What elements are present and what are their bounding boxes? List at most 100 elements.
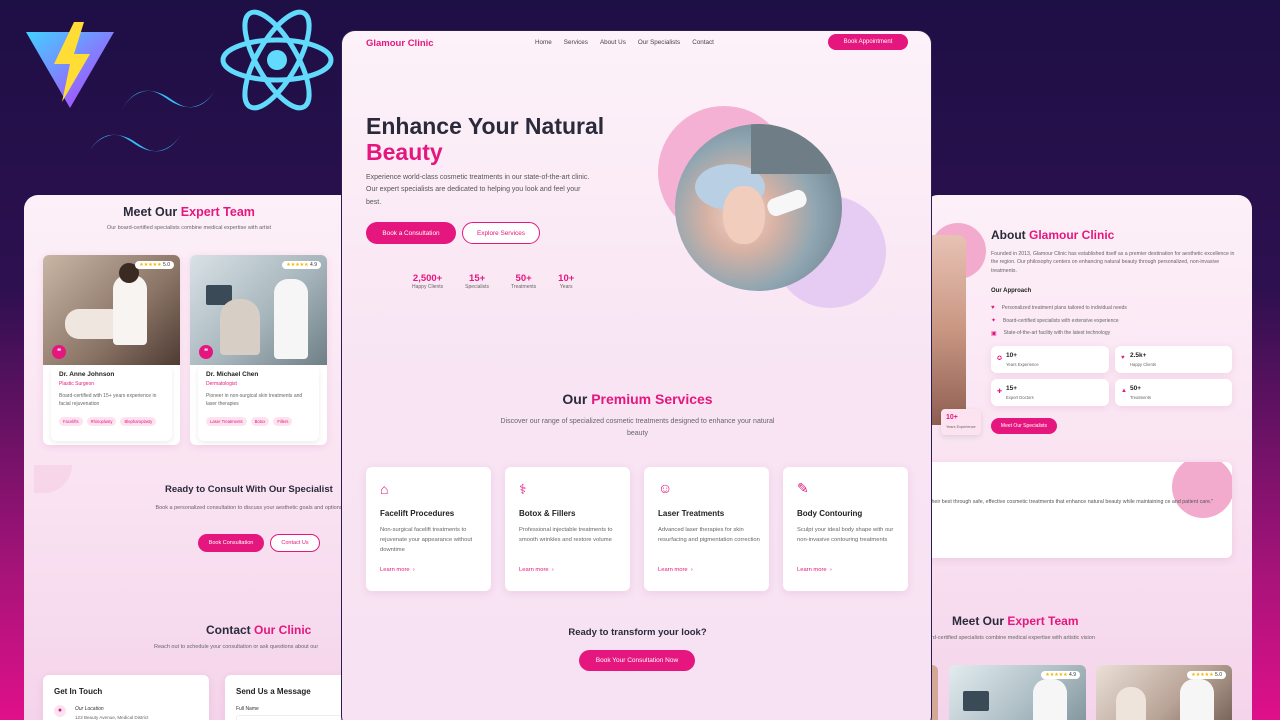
patient-shape <box>220 299 260 355</box>
service-title: Body Contouring <box>797 509 863 518</box>
rating-value: 4.9 <box>1069 672 1076 678</box>
get-in-touch-card: Get In Touch ● Our Location 123 Beauty A… <box>43 675 209 720</box>
approach-item: State-of-the-art facility with the lates… <box>1003 330 1111 337</box>
about-title-text: About <box>991 228 1026 242</box>
stat-label: Treatments <box>1130 395 1152 400</box>
book-consultation-now-button[interactable]: Book Your Consultation Now <box>579 650 695 671</box>
service-card-botox[interactable]: ⚕ Botox & Fillers Professional injectabl… <box>505 467 630 591</box>
heart-icon: ♥ <box>991 305 995 312</box>
services-title-accent: Premium Services <box>591 391 713 407</box>
face-shape <box>723 186 765 244</box>
stat-card: ✚ 15+ Expert Doctors <box>991 379 1109 406</box>
contact-title-text: Contact <box>206 623 251 637</box>
explore-services-button[interactable]: Explore Services <box>462 222 540 244</box>
message-form-card: Send Us a Message Full Name <box>225 675 354 720</box>
tag: Laser Treatments <box>206 417 247 426</box>
approach-list: ♥ Personalized treatment plans tailored t… <box>991 302 1127 340</box>
team-title: Meet Our Expert Team <box>952 614 1079 628</box>
book-consultation-button[interactable]: Book a Consultation <box>366 222 456 244</box>
badge-label: Years Experience <box>946 425 976 429</box>
service-card-body[interactable]: ✎ Body Contouring Sculpt your ideal body… <box>783 467 908 591</box>
nav-contact[interactable]: Contact <box>692 39 714 46</box>
stat-value: 10+ <box>558 273 575 284</box>
learn-more-link[interactable]: Learn more › <box>380 567 415 573</box>
doctor-tags: Laser Treatments Botox Fillers <box>206 417 293 426</box>
team-title-text: Meet Our <box>952 614 1005 628</box>
team-title-accent: Expert Team <box>1007 614 1079 628</box>
stat-value: 10+ <box>1006 352 1018 359</box>
monitor-shape <box>963 691 989 711</box>
learn-more-link[interactable]: Learn more › <box>658 567 693 573</box>
full-name-label: Full Name <box>236 706 259 712</box>
doctor-shape <box>274 279 308 359</box>
tag: Blepharoplasty <box>120 417 157 426</box>
get-in-touch-title: Get In Touch <box>54 687 103 696</box>
doctor-shape <box>751 124 831 174</box>
decorative-circle <box>1172 462 1232 518</box>
doctor-photo[interactable]: ★★★★★ 4.9 <box>949 665 1086 720</box>
contact-us-button[interactable]: Contact Us <box>270 534 320 552</box>
book-appointment-button[interactable]: Book Appointment <box>828 34 908 50</box>
tailwind-logo <box>88 88 216 154</box>
meet-specialists-button[interactable]: Meet Our Specialists <box>991 418 1057 434</box>
stat-value: 50+ <box>515 273 532 284</box>
doctor-icon: ✚ <box>997 389 1003 395</box>
doctor-tags: Facelifts Rhinoplasty Blepharoplasty <box>59 417 157 426</box>
learn-more-link[interactable]: Learn more › <box>797 567 832 573</box>
smile-icon: ☺ <box>658 480 673 496</box>
doctor-info: Dr. Anne Johnson Plastic Surgeon Board-c… <box>51 365 172 441</box>
doctor-card-1[interactable]: ★★★★★ 5.0 ❝ Dr. Anne Johnson Plastic Sur… <box>43 255 180 445</box>
team-title-accent: Expert Team <box>180 205 255 219</box>
full-name-input[interactable] <box>236 715 354 720</box>
glove-shape <box>765 187 809 219</box>
services-title: Our Premium Services <box>342 391 931 407</box>
doctor-shape <box>1180 679 1214 720</box>
rating-badge: ★★★★★ 4.9 <box>282 261 321 269</box>
doctor-name: Dr. Michael Chen <box>206 371 259 378</box>
stat: 10+ Years <box>558 273 574 290</box>
service-card-laser[interactable]: ☺ Laser Treatments Advanced laser therap… <box>644 467 769 591</box>
contact-title: Contact Our Clinic <box>206 623 311 637</box>
stat-value: 15+ <box>1006 385 1018 392</box>
doctor-card-2[interactable]: ★★★★★ 4.9 ❝ Dr. Michael Chen Dermatologi… <box>190 255 327 445</box>
rating-badge: ★★★★★ 5.0 <box>135 261 174 269</box>
book-consultation-button[interactable]: Book Consultation <box>198 534 264 552</box>
rating-value: 5.0 <box>163 262 170 268</box>
nav-specialists[interactable]: Our Specialists <box>638 39 680 46</box>
lock-icon: ▲ <box>1121 388 1127 394</box>
stat: 15+ Specialists <box>465 273 489 290</box>
main-screenshot-panel: Glamour Clinic Home Services About Us Ou… <box>341 30 932 720</box>
nav-about[interactable]: About Us <box>600 39 626 46</box>
learn-more-label: Learn more <box>380 567 410 573</box>
experience-badge: 10+ Years Experience <box>941 409 981 435</box>
service-card-facelift[interactable]: ⌂ Facelift Procedures Non-surgical facel… <box>366 467 491 591</box>
doctor-shape <box>1033 679 1067 720</box>
stat-value: 15+ <box>469 273 486 284</box>
nav-services[interactable]: Services <box>564 39 588 46</box>
certificate-icon: ✦ <box>991 318 997 325</box>
doctor-bio: Board-certified with 15+ years experienc… <box>59 393 157 407</box>
doctor-icon: ⚕ <box>519 481 527 497</box>
learn-more-label: Learn more <box>797 567 827 573</box>
badge-value: 10+ <box>946 414 958 421</box>
hero-title-line1: Enhance Your Natural <box>366 113 605 139</box>
learn-more-link[interactable]: Learn more › <box>519 567 554 573</box>
consult-subtitle: Book a personalized consultation to disc… <box>155 505 343 511</box>
team-subtitle: ard-certified specialists combine medica… <box>928 635 1095 641</box>
transform-title: Ready to transform your look? <box>568 627 707 638</box>
stat-label: Happy Clients <box>412 284 444 290</box>
brand-logo[interactable]: Glamour Clinic <box>366 38 434 49</box>
consult-title: Ready to Consult With Our Specialist <box>165 484 333 495</box>
quote-icon: ❝ <box>199 345 213 359</box>
team-subtitle: Our board-certified specialists combine … <box>106 225 272 231</box>
stat-value: 2,500+ <box>412 273 443 284</box>
stat-card: ▲ 50+ Treatments <box>1115 379 1232 406</box>
location-label: Our Location <box>75 706 104 712</box>
service-description: Sculpt your ideal body shape with our no… <box>797 527 894 544</box>
decorative-blob <box>34 465 72 493</box>
doctor-role: Dermatologist <box>206 381 237 387</box>
hero-title: Enhance Your Natural Beauty <box>366 113 604 166</box>
nav-home[interactable]: Home <box>535 39 552 46</box>
doctor-photo[interactable]: ★★★★★ 5.0 <box>1096 665 1232 720</box>
rating-badge: ★★★★★ 4.9 <box>1041 671 1080 679</box>
